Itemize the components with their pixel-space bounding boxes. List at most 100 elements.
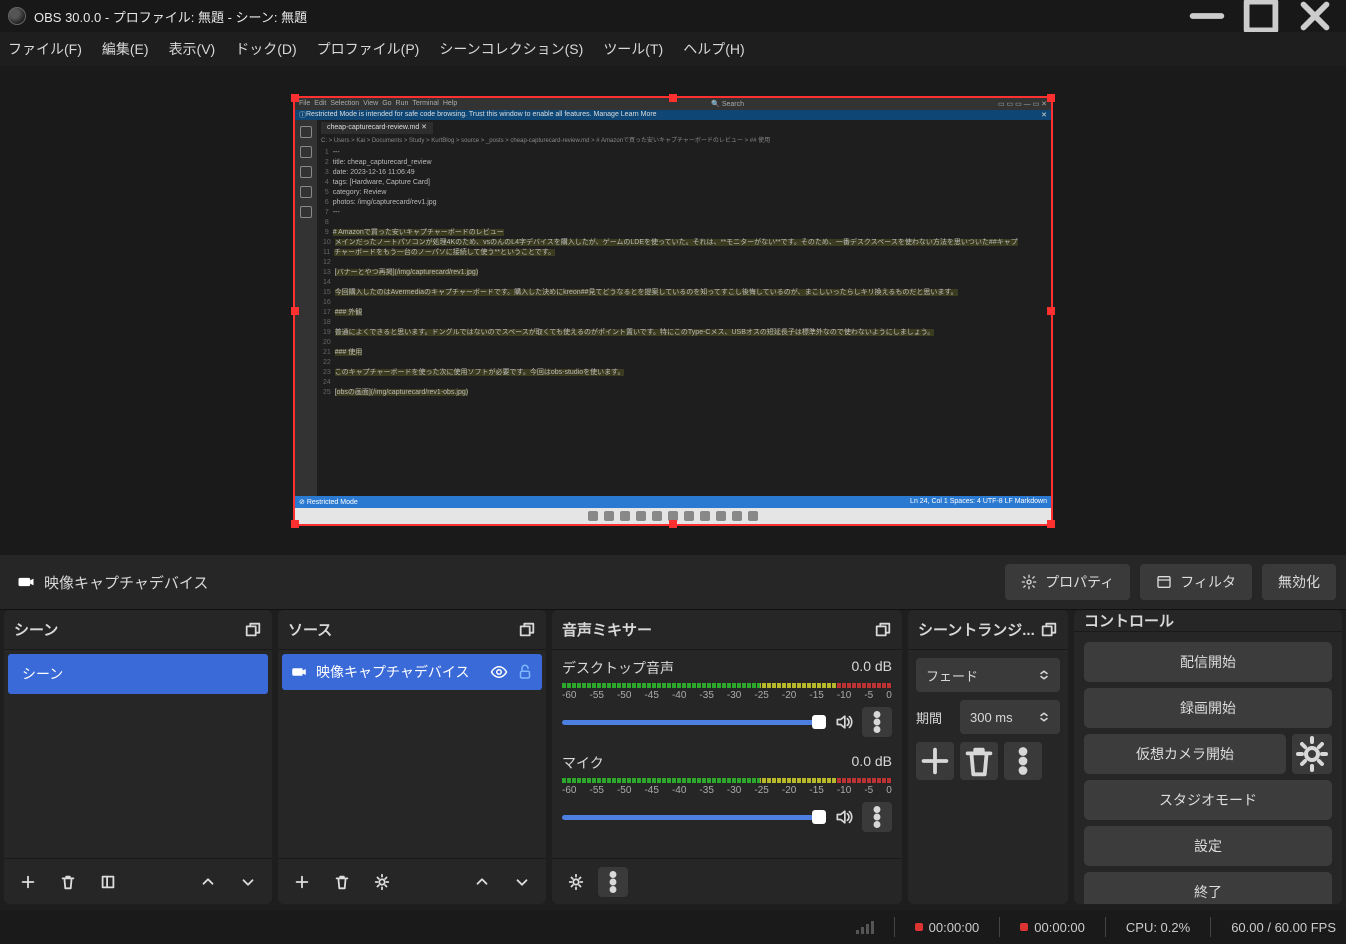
trans-title: シーントランジ...: [918, 619, 1035, 640]
filters-button[interactable]: フィルタ: [1140, 564, 1252, 600]
resize-handle-br[interactable]: [1047, 520, 1055, 528]
resize-handle-bm[interactable]: [669, 520, 677, 528]
mixer-title: 音声ミキサー: [562, 619, 652, 640]
camera-icon: [16, 572, 36, 592]
scene-down-button[interactable]: [230, 864, 266, 900]
add-source-button[interactable]: [284, 864, 320, 900]
source-down-button[interactable]: [504, 864, 540, 900]
virtual-camera-button[interactable]: 仮想カメラ開始: [1084, 734, 1286, 774]
menu-tools[interactable]: ツール(T): [603, 39, 663, 59]
remove-scene-button[interactable]: [50, 864, 86, 900]
status-bar: 00:00:00 00:00:00 CPU: 0.2% 60.00 / 60.0…: [0, 910, 1346, 944]
menu-scenecollection[interactable]: シーンコレクション(S): [439, 39, 583, 59]
start-record-button[interactable]: 録画開始: [1084, 688, 1332, 728]
menu-dock[interactable]: ドック(D): [235, 39, 296, 59]
kebab-icon: [1004, 742, 1042, 780]
sources-dock: ソース 映像キャプチャデバイス: [278, 610, 546, 904]
cpu-usage: CPU: 0.2%: [1126, 920, 1190, 935]
transition-menu-button[interactable]: [1004, 742, 1042, 780]
remove-transition-button[interactable]: [960, 742, 998, 780]
kebab-icon: [862, 802, 892, 832]
exit-button[interactable]: 終了: [1084, 872, 1332, 904]
source-properties-button[interactable]: [364, 864, 400, 900]
menu-profile[interactable]: プロファイル(P): [317, 39, 420, 59]
sources-title: ソース: [288, 619, 332, 640]
obs-logo-icon: [8, 7, 26, 25]
channel-menu-button[interactable]: [862, 707, 892, 737]
scenes-title: シーン: [14, 619, 58, 640]
properties-button[interactable]: プロパティ: [1005, 564, 1130, 600]
network-indicator: [856, 921, 874, 934]
lock-open-icon[interactable]: [516, 663, 534, 681]
kebab-icon: [598, 867, 628, 897]
chevron-up-icon: [199, 873, 217, 891]
resize-handle-tr[interactable]: [1047, 94, 1055, 102]
mixer-menu-button[interactable]: [598, 867, 628, 897]
resize-handle-ml[interactable]: [291, 307, 299, 315]
gear-icon: [373, 873, 391, 891]
menu-edit[interactable]: 編集(E): [102, 39, 149, 59]
scene-item[interactable]: シーン: [8, 654, 268, 694]
docks-row: シーン シーン ソース 映像キャプチャデバイス: [0, 610, 1346, 910]
plus-icon: [916, 742, 954, 780]
mixer-channel-desktop: デスクトップ音声0.0 dB -60-55-50-45-40-35-30-25-…: [552, 650, 902, 745]
start-stream-button[interactable]: 配信開始: [1084, 642, 1332, 682]
advanced-audio-button[interactable]: [558, 864, 594, 900]
resize-handle-tl[interactable]: [291, 94, 299, 102]
menu-view[interactable]: 表示(V): [169, 39, 216, 59]
menu-help[interactable]: ヘルプ(H): [683, 39, 744, 59]
audio-mixer-dock: 音声ミキサー デスクトップ音声0.0 dB -60-55-50-45-40-35…: [552, 610, 902, 904]
selected-source-label: 映像キャプチャデバイス: [10, 572, 995, 593]
duration-input[interactable]: 300 ms: [960, 700, 1060, 734]
preview-area[interactable]: FileEditSelectionViewGoRunTerminalHelp 🔍…: [0, 66, 1346, 555]
window-title: OBS 30.0.0 - プロファイル: 無題 - シーン: 無題: [34, 7, 1176, 26]
resize-handle-mr[interactable]: [1047, 307, 1055, 315]
undock-icon[interactable]: [244, 621, 262, 639]
virtual-camera-settings-button[interactable]: [1292, 734, 1332, 774]
plus-icon: [19, 873, 37, 891]
transition-select[interactable]: フェード: [916, 658, 1060, 692]
add-transition-button[interactable]: [916, 742, 954, 780]
undock-icon[interactable]: [1040, 621, 1058, 639]
channel-menu-button[interactable]: [862, 802, 892, 832]
transitions-dock: シーントランジ... フェード 期間 300 ms: [908, 610, 1068, 904]
menubar: ファイル(F) 編集(E) 表示(V) ドック(D) プロファイル(P) シーン…: [0, 32, 1346, 66]
source-item[interactable]: 映像キャプチャデバイス: [282, 654, 542, 690]
remove-source-button[interactable]: [324, 864, 360, 900]
eye-icon[interactable]: [490, 663, 508, 681]
preview-selection[interactable]: FileEditSelectionViewGoRunTerminalHelp 🔍…: [293, 96, 1053, 526]
kebab-icon: [862, 707, 892, 737]
gear-icon: [1292, 734, 1332, 774]
trash-icon: [960, 742, 998, 780]
mixer-channel-mic: マイク0.0 dB -60-55-50-45-40-35-30-25-20-15…: [552, 745, 902, 840]
chevron-down-icon: [239, 873, 257, 891]
scenes-dock: シーン シーン: [4, 610, 272, 904]
scene-up-button[interactable]: [190, 864, 226, 900]
chevron-down-icon: [513, 873, 531, 891]
captured-source: FileEditSelectionViewGoRunTerminalHelp 🔍…: [295, 98, 1051, 524]
menu-file[interactable]: ファイル(F): [8, 39, 82, 59]
settings-button[interactable]: 設定: [1084, 826, 1332, 866]
volume-slider[interactable]: [562, 815, 826, 820]
volume-slider[interactable]: [562, 720, 826, 725]
trash-icon: [59, 873, 77, 891]
undock-icon[interactable]: [874, 621, 892, 639]
source-up-button[interactable]: [464, 864, 500, 900]
spinner-icon: [1038, 711, 1050, 723]
resize-handle-bl[interactable]: [291, 520, 299, 528]
plus-icon: [293, 873, 311, 891]
resize-handle-tm[interactable]: [669, 94, 677, 102]
minimize-button[interactable]: [1184, 0, 1230, 32]
undock-icon[interactable]: [518, 621, 536, 639]
add-scene-button[interactable]: [10, 864, 46, 900]
speaker-icon[interactable]: [834, 807, 854, 827]
source-context-bar: 映像キャプチャデバイス プロパティ フィルタ 無効化: [0, 555, 1346, 610]
close-button[interactable]: [1292, 0, 1338, 32]
live-timer: 00:00:00: [915, 920, 980, 935]
record-timer: 00:00:00: [1020, 920, 1085, 935]
maximize-button[interactable]: [1238, 0, 1284, 32]
speaker-icon[interactable]: [834, 712, 854, 732]
scene-filters-button[interactable]: [90, 864, 126, 900]
studio-mode-button[interactable]: スタジオモード: [1084, 780, 1332, 820]
disable-button[interactable]: 無効化: [1262, 564, 1336, 600]
